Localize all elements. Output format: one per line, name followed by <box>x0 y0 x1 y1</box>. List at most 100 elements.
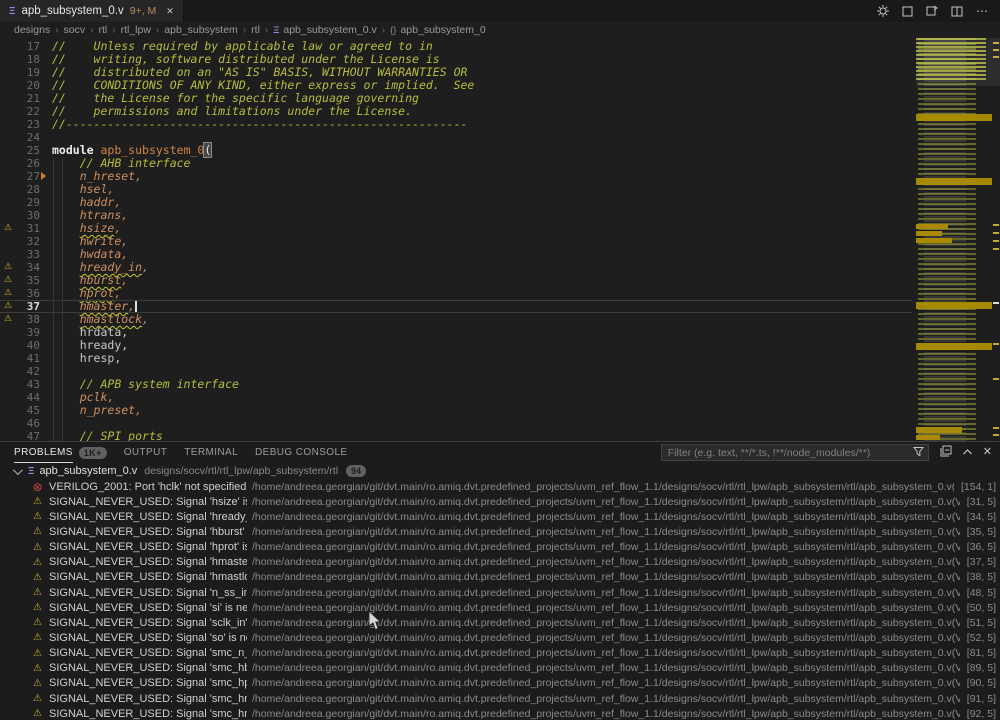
problem-message: SIGNAL_NEVER_USED: Signal 'hready_in' is… <box>49 511 247 523</box>
warning-gutter-icon: ⚠ <box>0 313 16 326</box>
filter-funnel-icon[interactable] <box>913 446 924 460</box>
gutter-spacer <box>0 378 16 391</box>
breadcrumb-label: apb_subsystem_0 <box>400 24 485 36</box>
code-token <box>52 338 80 352</box>
more-actions-icon[interactable]: ⋯ <box>976 4 988 18</box>
breadcrumb-item[interactable]: rtl_lpw <box>120 24 152 36</box>
gutter-spacer <box>0 144 16 157</box>
breadcrumb-label: rtl <box>98 24 107 36</box>
problem-message: SIGNAL_NEVER_USED: Signal 'so' is never … <box>49 632 247 644</box>
code-line[interactable]: 45 n_preset, <box>0 404 912 417</box>
problem-row[interactable]: ⚠SIGNAL_NEVER_USED: Signal 'smc_n_hclk'.… <box>0 646 1000 661</box>
chevron-down-icon[interactable] <box>13 465 23 475</box>
open-changes-icon[interactable] <box>926 5 938 17</box>
code-token: , <box>114 221 121 235</box>
code-token: hprot <box>80 286 115 300</box>
problems-file-group[interactable]: Ξ apb_subsystem_0.v designs/socv/rtl/rtl… <box>0 463 1000 479</box>
gear-icon[interactable] <box>877 5 889 17</box>
line-number: 44 <box>16 391 40 404</box>
code-line[interactable]: ⚠38 hmastlock, <box>0 313 912 326</box>
close-panel-icon[interactable]: ✕ <box>983 447 992 458</box>
code-line[interactable]: 43 // APB system interface <box>0 378 912 391</box>
code-token <box>52 312 80 326</box>
problem-row[interactable]: ⚠SIGNAL_NEVER_USED: Signal 'hready_in' i… <box>0 509 1000 524</box>
problem-row[interactable]: ⚠SIGNAL_NEVER_USED: Signal 'n_ss_in' is … <box>0 585 1000 600</box>
line-number: 31 <box>16 222 40 235</box>
problem-row[interactable]: ⚠SIGNAL_NEVER_USED: Signal 'hmastlock' i… <box>0 570 1000 585</box>
problem-row[interactable]: ⚠SIGNAL_NEVER_USED: Signal 'si' is never… <box>0 600 1000 615</box>
code-line[interactable]: 32 hwrite, <box>0 235 912 248</box>
gutter-spacer <box>0 339 16 352</box>
breadcrumb-item[interactable]: designs <box>13 24 51 36</box>
fold-marker-icon[interactable] <box>41 172 46 180</box>
code-editor[interactable]: 17// Unless required by applicable law o… <box>0 38 1000 441</box>
code-token <box>52 234 80 248</box>
tab-close-icon[interactable]: ✕ <box>166 6 174 17</box>
problem-row[interactable]: ⚠SIGNAL_NEVER_USED: Signal 'hprot' is ne… <box>0 540 1000 555</box>
problem-file-path: /home/andreea.georgian/git/dvt.main/ro.a… <box>252 571 960 583</box>
minimap-highlight <box>916 343 992 350</box>
problem-row[interactable]: ⚠SIGNAL_NEVER_USED: Signal 'smc_hprot' i… <box>0 676 1000 691</box>
code-line[interactable]: 27 n_hreset, <box>0 170 912 183</box>
code-token <box>52 208 80 222</box>
collapse-all-icon[interactable] <box>940 445 952 460</box>
panel-tab-terminal[interactable]: TERMINAL <box>184 442 238 463</box>
warning-icon: ⚠ <box>31 542 44 553</box>
breadcrumb-item[interactable]: {}apb_subsystem_0 <box>389 24 487 36</box>
problem-position: [81, 5] <box>967 647 996 659</box>
code-line[interactable]: 23//------------------------------------… <box>0 118 912 131</box>
code-line[interactable]: 41 hresp, <box>0 352 912 365</box>
code-line[interactable]: ⚠35 hburst, <box>0 274 912 287</box>
problem-row[interactable]: ⚠SIGNAL_NEVER_USED: Signal 'smc_hmastl..… <box>0 706 1000 720</box>
problem-row[interactable]: ⚠SIGNAL_NEVER_USED: Signal 'smc_hburst'.… <box>0 661 1000 676</box>
editor-tab[interactable]: Ξ apb_subsystem_0.v 9+, M ✕ <box>0 0 184 22</box>
split-editor-icon[interactable] <box>951 6 963 17</box>
scrollbar-slider[interactable] <box>916 38 1000 86</box>
problem-message: SIGNAL_NEVER_USED: Signal 'n_ss_in' is n… <box>49 587 247 599</box>
problem-position: [92, 5] <box>967 708 996 720</box>
breadcrumb-item[interactable]: socv <box>63 24 87 36</box>
breadcrumb-separator: › <box>51 25 62 36</box>
minimap[interactable] <box>916 38 992 441</box>
code-line[interactable]: 39 hrdata, <box>0 326 912 339</box>
line-text: // SPI ports <box>52 430 163 441</box>
code-token: // APB system interface <box>80 377 239 391</box>
problem-row[interactable]: ⚠SIGNAL_NEVER_USED: Signal 'smc_hmast...… <box>0 691 1000 706</box>
filter-input[interactable] <box>668 447 913 459</box>
panel-tab-debug-console[interactable]: DEBUG CONSOLE <box>255 442 347 463</box>
breadcrumb: designs›socv›rtl›rtl_lpw›apb_subsystem›r… <box>0 22 1000 38</box>
gutter-spacer <box>0 352 16 365</box>
code-line[interactable]: 40 hready, <box>0 339 912 352</box>
square-icon[interactable] <box>902 6 913 17</box>
line-number: 39 <box>16 326 40 339</box>
problem-row[interactable]: ⚠SIGNAL_NEVER_USED: Signal 'hburst' is n… <box>0 524 1000 539</box>
problem-row[interactable]: ⚠SIGNAL_NEVER_USED: Signal 'hsize' is ne… <box>0 494 1000 509</box>
code-line[interactable]: 47 // SPI ports <box>0 430 912 441</box>
problem-row[interactable]: ⚠SIGNAL_NEVER_USED: Signal 'sclk_in' is … <box>0 615 1000 630</box>
code-line[interactable]: ⚠31 hsize, <box>0 222 912 235</box>
problem-position: [35, 5] <box>967 526 996 538</box>
code-lines: 17// Unless required by applicable law o… <box>0 40 912 441</box>
breadcrumb-item[interactable]: Ξapb_subsystem_0.v <box>272 24 378 36</box>
code-line[interactable]: 28 hsel, <box>0 183 912 196</box>
code-line[interactable]: 30 htrans, <box>0 209 912 222</box>
panel-tab-label: DEBUG CONSOLE <box>255 443 347 462</box>
code-line[interactable]: ⚠34 hready_in, <box>0 261 912 274</box>
problem-file-path: /home/andreea.georgian/git/dvt.main/ro.a… <box>252 602 960 614</box>
problem-row[interactable]: ⚠SIGNAL_NEVER_USED: Signal 'hmaster' is … <box>0 555 1000 570</box>
problem-file-path: /home/andreea.georgian/git/dvt.main/ro.a… <box>252 541 960 553</box>
panel-tab-output[interactable]: OUTPUT <box>124 442 168 463</box>
problem-message: SIGNAL_NEVER_USED: Signal 'hburst' is ne… <box>49 526 247 538</box>
breadcrumb-item[interactable]: apb_subsystem <box>163 24 239 36</box>
problem-row[interactable]: ⚠SIGNAL_NEVER_USED: Signal 'so' is never… <box>0 630 1000 645</box>
problem-row[interactable]: ⊗VERILOG_2001: Port 'hclk' not specified… <box>0 479 1000 494</box>
warning-gutter-icon: ⚠ <box>0 261 16 274</box>
chevron-up-icon[interactable] <box>962 447 973 459</box>
code-line[interactable]: ⚠36 hprot, <box>0 287 912 300</box>
breadcrumb-item[interactable]: rtl <box>250 24 261 36</box>
panel-tab-problems[interactable]: PROBLEMS1K+ <box>14 442 107 463</box>
breadcrumb-item[interactable]: rtl <box>97 24 108 36</box>
code-line[interactable]: 29 haddr, <box>0 196 912 209</box>
line-number: 36 <box>16 287 40 300</box>
group-file-path: designs/socv/rtl/rtl_lpw/apb_subsystem/r… <box>144 465 338 477</box>
